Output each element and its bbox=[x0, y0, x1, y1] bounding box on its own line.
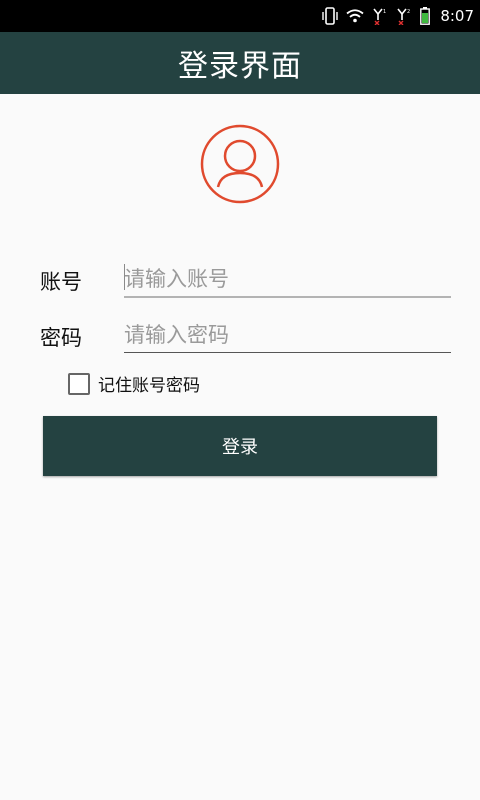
login-button[interactable]: 登录 bbox=[43, 416, 437, 476]
status-bar: 1 2 8:07 bbox=[0, 0, 480, 32]
signal-sim2-icon: 2 bbox=[396, 7, 412, 25]
wifi-icon bbox=[346, 9, 364, 23]
remember-credentials[interactable]: 记住账号密码 bbox=[68, 371, 200, 396]
account-row: 账号 bbox=[40, 262, 452, 302]
svg-text:2: 2 bbox=[407, 9, 410, 15]
vibrate-icon bbox=[322, 7, 339, 25]
signal-sim1-icon: 1 bbox=[372, 7, 388, 25]
password-input[interactable] bbox=[124, 318, 451, 353]
remember-checkbox[interactable] bbox=[68, 372, 90, 395]
page-title: 登录界面 bbox=[178, 49, 302, 84]
battery-icon bbox=[420, 7, 431, 25]
password-label: 密码 bbox=[40, 326, 82, 350]
user-avatar-icon bbox=[200, 124, 280, 204]
app-bar: 登录界面 bbox=[0, 32, 480, 94]
password-row: 密码 bbox=[40, 318, 452, 358]
account-input[interactable] bbox=[124, 262, 451, 298]
text-caret bbox=[124, 264, 125, 290]
remember-label: 记住账号密码 bbox=[98, 376, 200, 396]
status-time: 8:07 bbox=[440, 7, 474, 25]
svg-text:1: 1 bbox=[383, 9, 386, 15]
status-icons: 1 2 8:07 bbox=[322, 0, 474, 32]
account-label: 账号 bbox=[40, 270, 82, 294]
